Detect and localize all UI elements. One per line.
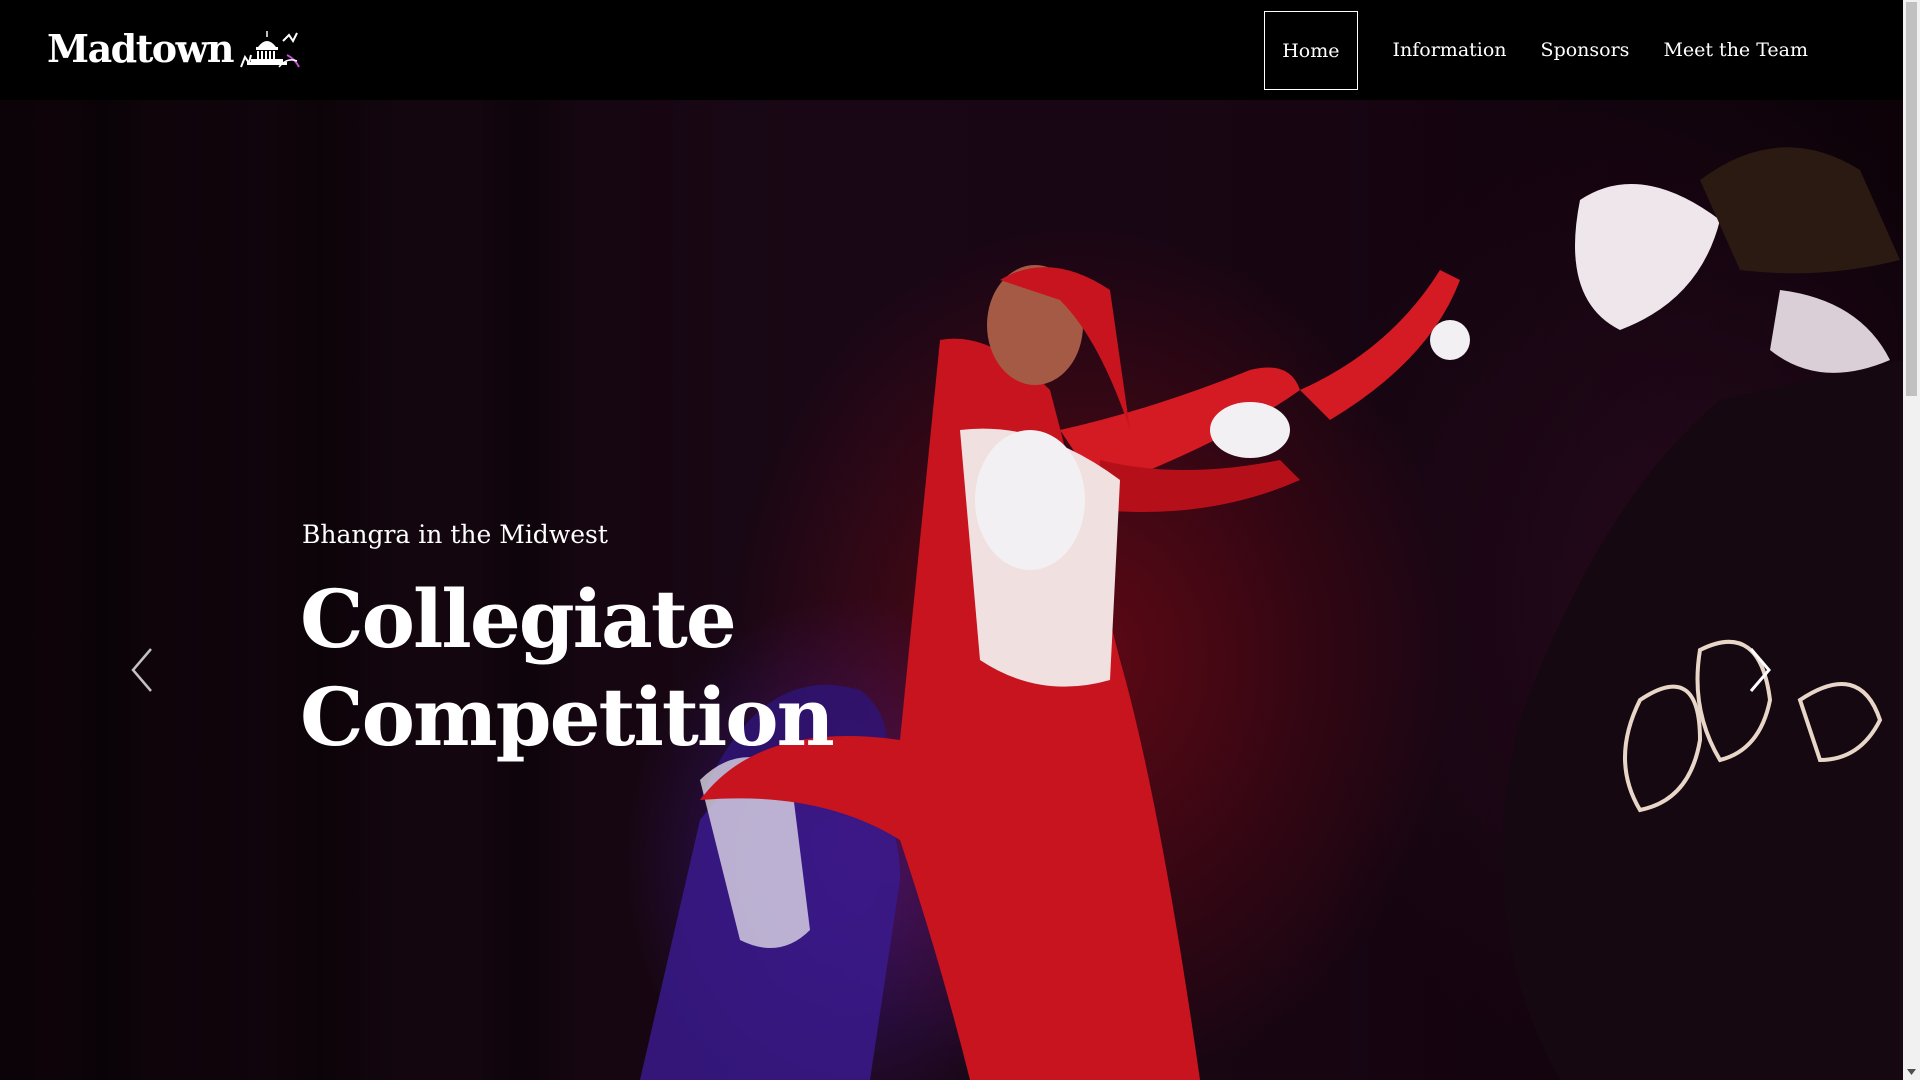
chevron-left-icon <box>131 648 152 692</box>
capitol-dome-dancer-icon <box>240 30 300 67</box>
main-nav: Home Information Sponsors Meet the Team <box>1264 11 1825 90</box>
hero-carousel: Bhangra in the Midwest Collegiate Compet… <box>0 100 1903 1080</box>
carousel-prev-button[interactable] <box>127 645 157 695</box>
scroll-down-arrow[interactable] <box>1903 1063 1920 1080</box>
brand-name: Madtown <box>47 26 235 71</box>
nav-item-meet-the-team[interactable]: Meet the Team <box>1646 11 1825 90</box>
nav-item-sponsors[interactable]: Sponsors <box>1524 11 1647 90</box>
nav-item-information[interactable]: Information <box>1376 11 1524 90</box>
hero-background-image <box>60 100 1903 1080</box>
hero-title: Collegiate Competition <box>300 570 835 766</box>
nav-item-home[interactable]: Home <box>1264 11 1358 90</box>
triangle-down-icon <box>1907 1068 1916 1075</box>
page: Madtown Home Information Sponsors Meet t… <box>0 0 1920 1080</box>
hero-title-line-1: Collegiate <box>300 572 737 666</box>
carousel-next-button[interactable] <box>1745 645 1775 695</box>
site-header: Madtown Home Information Sponsors Meet t… <box>0 0 1903 100</box>
hero-title-line-2: Competition <box>300 670 835 764</box>
page-scrollbar[interactable] <box>1903 0 1920 1080</box>
brand-logo-link[interactable]: Madtown <box>47 26 301 71</box>
chevron-right-icon <box>1749 648 1771 692</box>
scrollbar-thumb[interactable] <box>1906 2 1917 396</box>
hero-subtitle: Bhangra in the Midwest <box>302 520 608 549</box>
